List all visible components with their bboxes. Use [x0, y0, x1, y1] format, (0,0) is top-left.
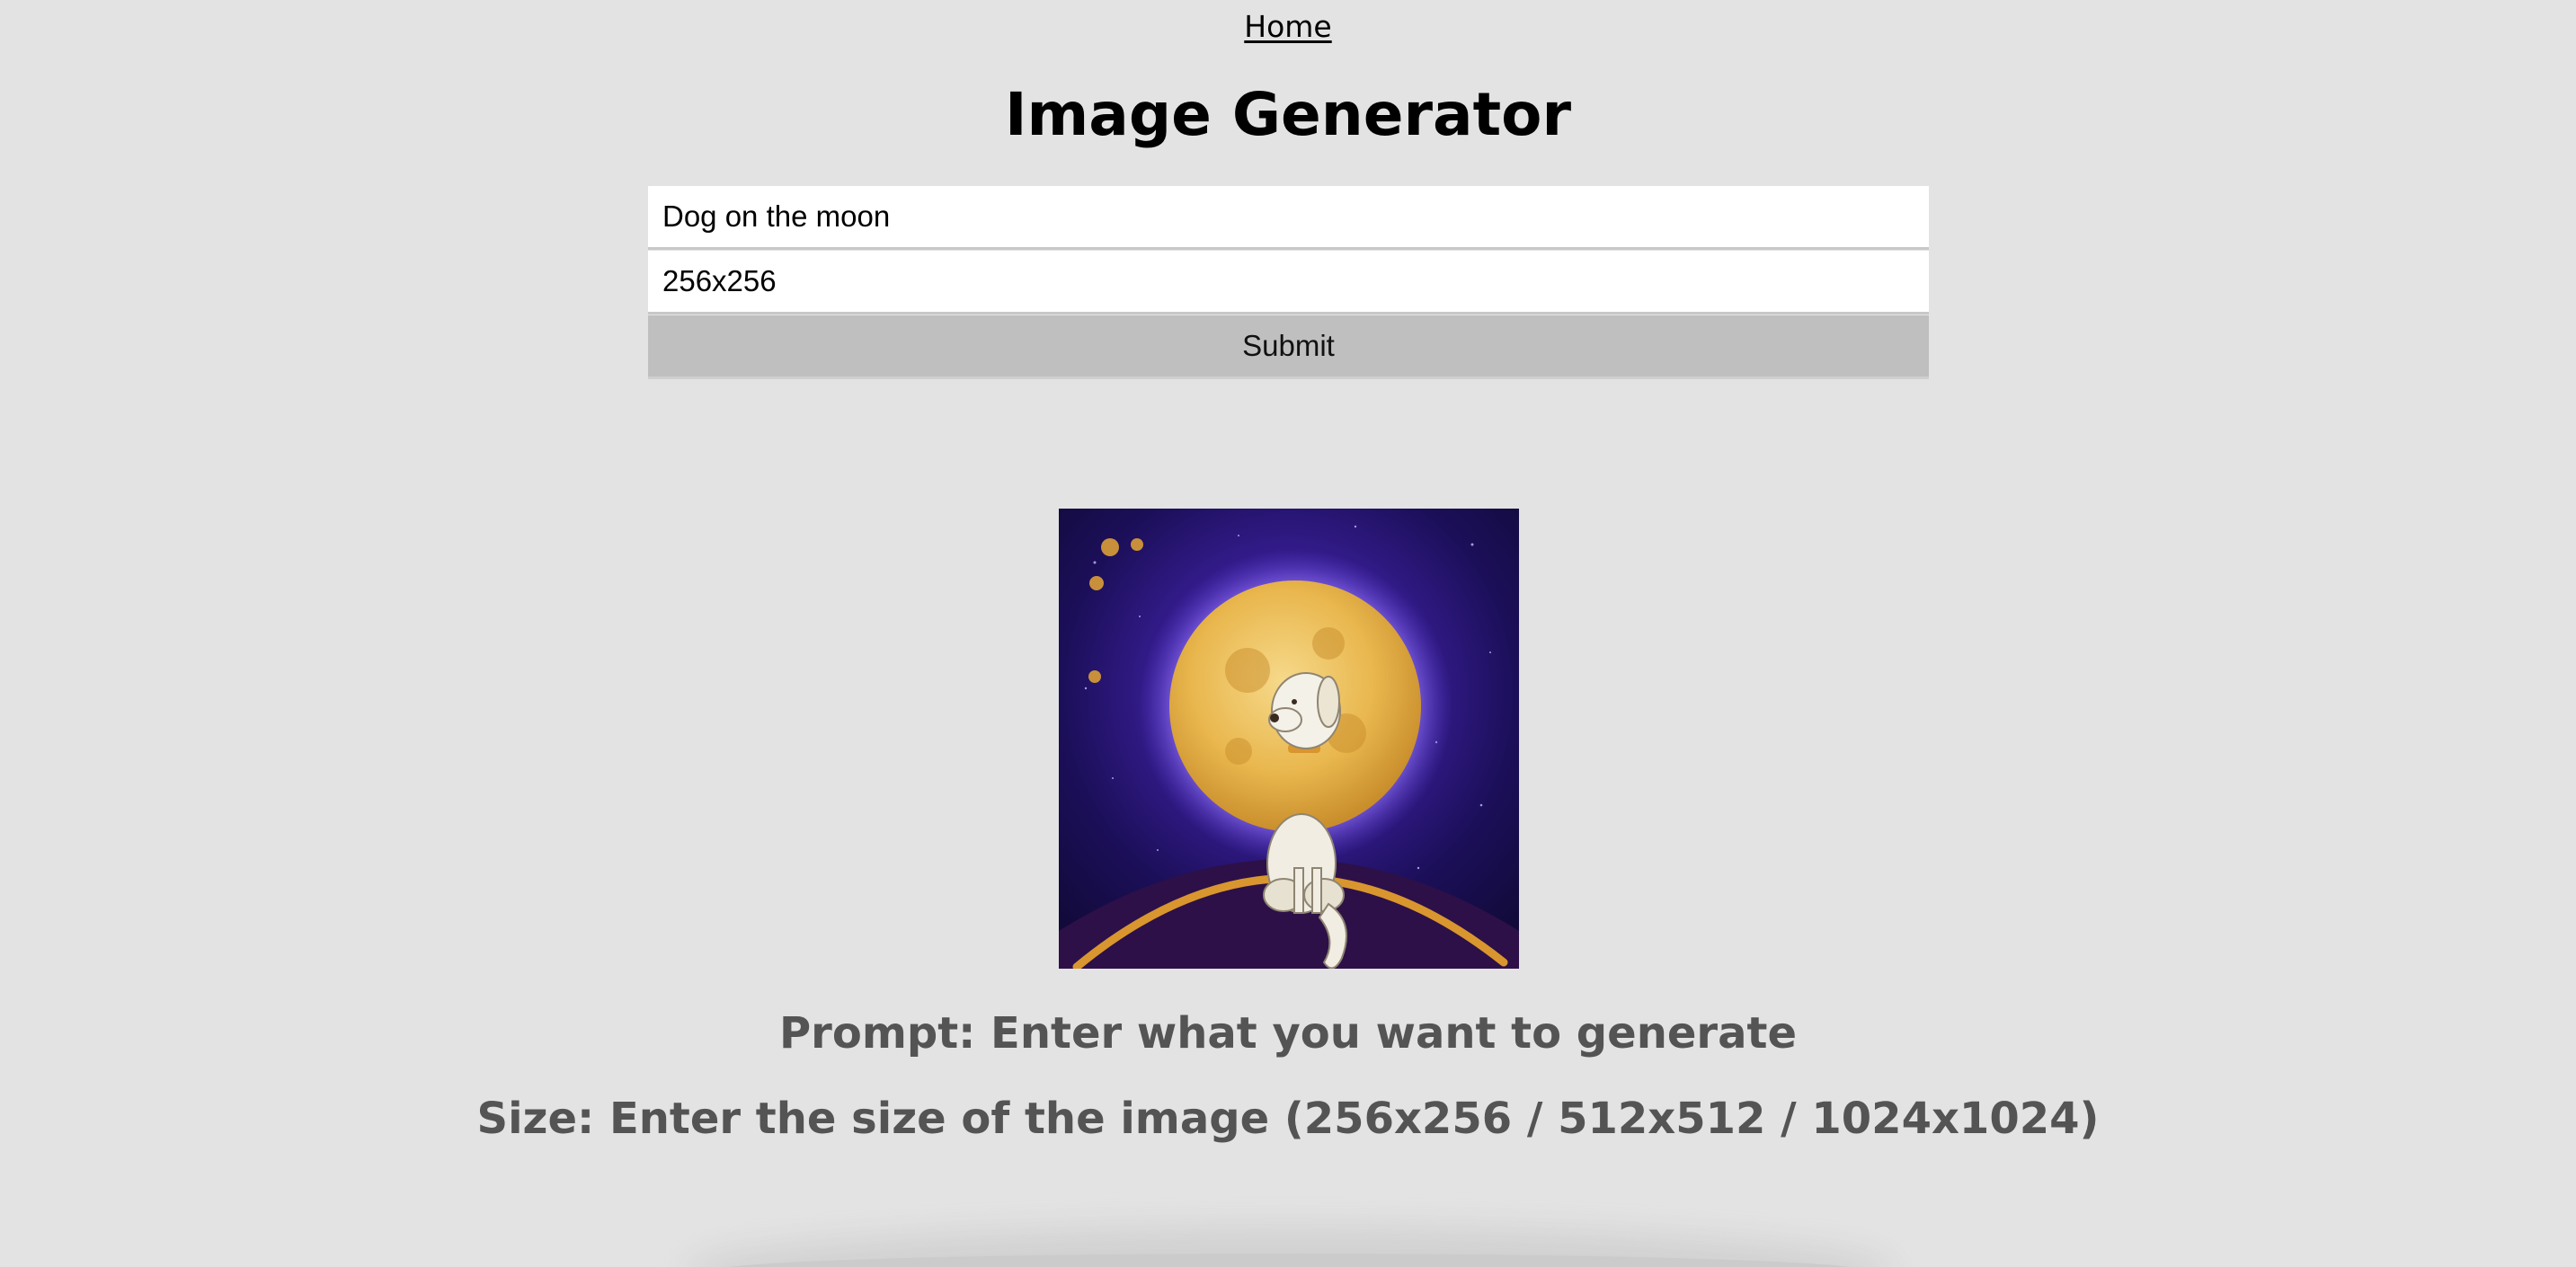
page-title: Image Generator	[1004, 80, 1572, 149]
page: Home Image Generator Submit	[0, 0, 2576, 1267]
size-input[interactable]	[648, 251, 1929, 315]
footer-shadow	[710, 1254, 1870, 1267]
home-link[interactable]: Home	[1244, 9, 1331, 44]
generated-image	[1059, 509, 1519, 969]
prompt-help-text: Prompt: Enter what you want to generate	[778, 1008, 1797, 1059]
nav-bar: Home	[0, 7, 2576, 47]
submit-button[interactable]: Submit	[648, 315, 1929, 379]
prompt-input[interactable]	[648, 186, 1929, 250]
size-help-text: Size: Enter the size of the image (256x2…	[476, 1094, 2100, 1144]
generate-form: Submit	[648, 186, 1929, 379]
